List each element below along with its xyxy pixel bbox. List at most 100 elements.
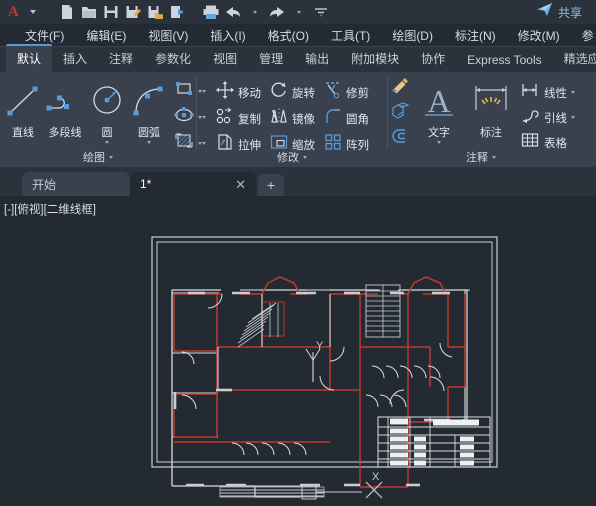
undo-icon[interactable] bbox=[223, 2, 243, 22]
dimension-icon bbox=[469, 78, 513, 123]
paintbrush-icon bbox=[390, 76, 410, 99]
ribbon-tab-express-tools[interactable]: Express Tools bbox=[456, 49, 552, 72]
print-icon[interactable] bbox=[201, 2, 221, 22]
doc-tab-start[interactable]: 开始 bbox=[22, 172, 130, 196]
ribbon-tab-manage[interactable]: 管理 bbox=[248, 46, 294, 72]
rotate-tool[interactable]: 旋转 bbox=[268, 80, 319, 105]
match-properties-dropdown-icon[interactable] bbox=[202, 89, 206, 93]
share-label: 共享 bbox=[557, 5, 582, 20]
svg-text:A: A bbox=[427, 83, 450, 119]
ribbon-tab-output[interactable]: 输出 bbox=[294, 46, 340, 72]
draw-panel-title[interactable]: 绘图 bbox=[0, 149, 196, 165]
doc-tab-drawing1[interactable]: 1* ✕ bbox=[130, 172, 256, 196]
copy-icon bbox=[216, 107, 234, 130]
annotation-panel-title[interactable]: 注释 bbox=[388, 149, 574, 165]
menu-view[interactable]: 视图(V) bbox=[137, 25, 199, 47]
menu-format[interactable]: 格式(O) bbox=[257, 25, 320, 47]
undo-dropdown-icon[interactable] bbox=[245, 2, 265, 22]
annotation-panel-expand-icon[interactable] bbox=[492, 155, 496, 159]
fillet-tool[interactable]: 圆角 bbox=[322, 106, 373, 131]
arc-tool-label: 圆弧 bbox=[138, 127, 160, 139]
share-button[interactable]: 共享 bbox=[536, 2, 590, 22]
move-tool[interactable]: 移动 bbox=[214, 80, 265, 105]
export-icon[interactable] bbox=[167, 2, 187, 22]
modify-panel-title[interactable]: 修改 bbox=[197, 149, 387, 165]
doc-tab-close-icon[interactable]: ✕ bbox=[217, 178, 246, 191]
cube-icon bbox=[390, 101, 410, 125]
circle-tool-label: 圆 bbox=[101, 127, 113, 139]
linear-dimension-label: 线性 bbox=[544, 87, 567, 100]
rectangle-icon bbox=[173, 79, 195, 104]
ribbon-tab-collaborate[interactable]: 协作 bbox=[410, 46, 456, 72]
ribbon-tab-home[interactable]: 默认 bbox=[6, 44, 53, 72]
menu-tools[interactable]: 工具(T) bbox=[320, 25, 381, 47]
circle-dropdown-icon[interactable] bbox=[105, 141, 109, 144]
arc-dropdown-icon[interactable] bbox=[147, 141, 151, 144]
open-folder-icon[interactable] bbox=[79, 2, 99, 22]
new-drawing-tab[interactable]: + bbox=[258, 174, 284, 196]
save-copy-icon[interactable] bbox=[145, 2, 165, 22]
app-menu-dropdown-icon[interactable] bbox=[23, 2, 43, 22]
ribbon-panel-modify: 移动 旋转 修剪 复制 镜像 圆角 拉伸 缩放 阵列 修改 bbox=[197, 72, 387, 167]
customize-qat-icon[interactable] bbox=[311, 2, 331, 22]
move-icon bbox=[216, 81, 234, 104]
draw-panel-expand-icon[interactable] bbox=[109, 155, 113, 159]
ribbon-tab-annotate[interactable]: 注释 bbox=[98, 46, 144, 72]
match-properties-tool-icon-row[interactable] bbox=[388, 75, 412, 99]
title-block-table bbox=[377, 416, 491, 468]
copy-tool[interactable]: 复制 bbox=[214, 106, 265, 131]
solid-edit-dropdown-icon[interactable] bbox=[202, 115, 206, 119]
redo-dropdown-icon[interactable] bbox=[289, 2, 309, 22]
ucs-origin-marker: X bbox=[301, 471, 383, 500]
text-dropdown-icon[interactable] bbox=[437, 141, 441, 144]
rotate-tool-label: 旋转 bbox=[292, 87, 315, 100]
menu-insert[interactable]: 插入(I) bbox=[199, 25, 256, 47]
move-tool-label: 移动 bbox=[238, 87, 261, 100]
trim-tool-label: 修剪 bbox=[346, 87, 369, 100]
ucs-y-label: Y bbox=[316, 340, 324, 352]
match-properties-tool[interactable] bbox=[200, 79, 208, 103]
drawing-canvas[interactable]: [-][俯视][二维线框] Y X bbox=[0, 197, 596, 503]
offset-tool-icon-row[interactable] bbox=[388, 127, 412, 151]
ribbon-tab-view[interactable]: 视图 bbox=[202, 46, 248, 72]
menu-dimension[interactable]: 标注(N) bbox=[444, 25, 507, 47]
modify-panel-expand-icon[interactable] bbox=[303, 155, 307, 159]
stairs-left bbox=[237, 301, 285, 348]
mirror-tool[interactable]: 镜像 bbox=[268, 106, 319, 131]
save-as-icon[interactable] bbox=[123, 2, 143, 22]
solid-edit-tool-icon-row[interactable] bbox=[388, 101, 412, 125]
ribbon-tab-parametric[interactable]: 参数化 bbox=[144, 46, 202, 72]
solid-edit-tool[interactable] bbox=[200, 105, 208, 129]
menu-parametric-truncated[interactable]: 参 bbox=[571, 25, 596, 47]
trim-tool[interactable]: 修剪 bbox=[322, 80, 373, 105]
linear-dimension-tool[interactable]: 线性 bbox=[517, 80, 578, 105]
ribbon-tab-featured-apps[interactable]: 精选应用 bbox=[553, 46, 596, 72]
text-tool-label: 文字 bbox=[428, 127, 450, 139]
menu-draw[interactable]: 绘图(D) bbox=[381, 25, 444, 47]
mirror-icon bbox=[270, 107, 288, 130]
fillet-tool-label: 圆角 bbox=[346, 113, 369, 126]
menu-modify[interactable]: 修改(M) bbox=[507, 25, 571, 47]
save-icon[interactable] bbox=[101, 2, 121, 22]
new-file-icon[interactable] bbox=[57, 2, 77, 22]
menu-edit[interactable]: 编辑(E) bbox=[75, 25, 137, 47]
ribbon-tab-addins[interactable]: 附加模块 bbox=[340, 46, 410, 72]
linear-dim-icon bbox=[520, 81, 540, 104]
leader-tool[interactable]: 引线 bbox=[517, 105, 578, 130]
offset-icon bbox=[390, 128, 410, 151]
arc-icon bbox=[127, 78, 171, 123]
autocad-logo: A bbox=[8, 3, 19, 20]
ellipse-icon bbox=[173, 105, 195, 130]
send-plane-icon bbox=[536, 2, 553, 22]
leader-icon bbox=[520, 106, 540, 129]
text-A-icon: A bbox=[418, 78, 460, 123]
polyline-tool-label: 多段线 bbox=[48, 127, 82, 139]
ribbon-tab-insert[interactable]: 插入 bbox=[52, 46, 98, 72]
leader-dropdown-icon[interactable] bbox=[571, 116, 575, 119]
menu-bar: 文件(F) 编辑(E) 视图(V) 插入(I) 格式(O) 工具(T) 绘图(D… bbox=[0, 25, 596, 47]
linear-dimension-dropdown-icon[interactable] bbox=[571, 91, 575, 94]
doc-tab-start-label: 开始 bbox=[32, 177, 57, 192]
offset-dropdown-icon[interactable] bbox=[202, 141, 206, 145]
redo-icon[interactable] bbox=[267, 2, 287, 22]
circle-icon bbox=[87, 78, 127, 123]
